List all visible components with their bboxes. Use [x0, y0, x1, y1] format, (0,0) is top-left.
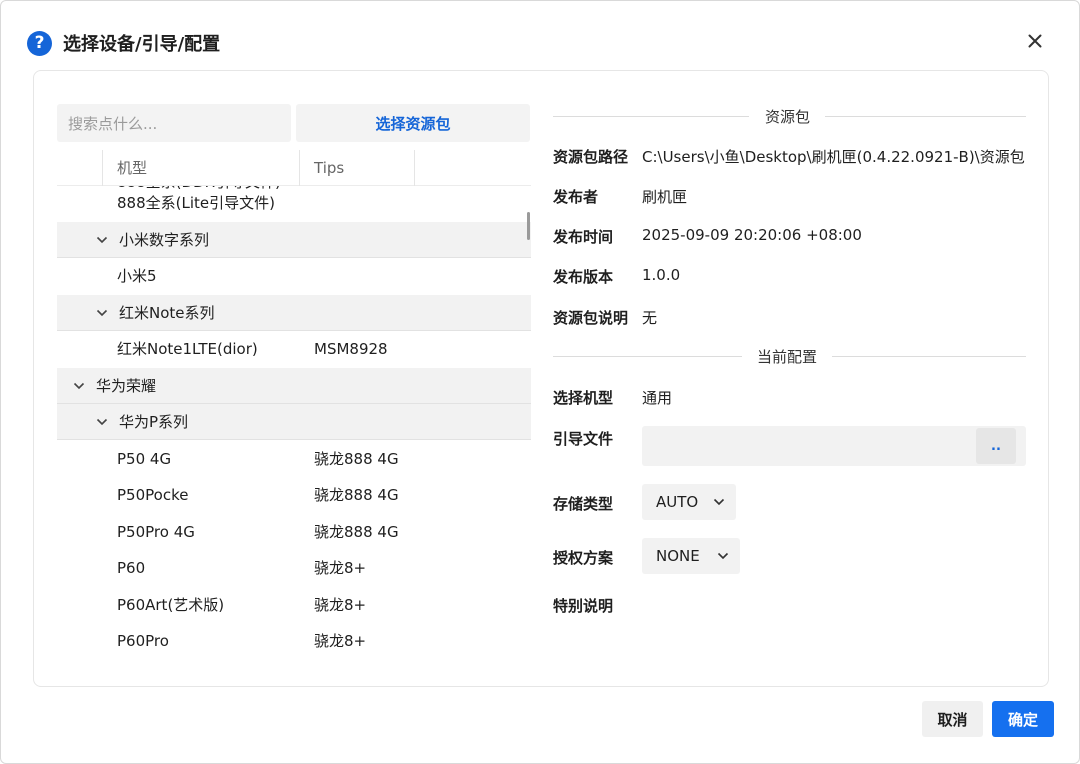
package-section-label: 资源包 — [765, 108, 811, 126]
tree-group-label: 华为P系列 — [119, 413, 189, 431]
chevron-down-icon[interactable] — [96, 234, 108, 246]
browse-button[interactable]: .. — [976, 428, 1016, 464]
tree-row-tips: 骁龙8+ — [314, 596, 367, 614]
auth-scheme-select[interactable]: NONE — [642, 538, 740, 574]
package-desc-label: 资源包说明 — [553, 309, 629, 327]
tree-row[interactable]: 小米5 — [57, 258, 531, 294]
publish-time-label: 发布时间 — [553, 228, 614, 246]
help-icon: ? — [27, 30, 52, 56]
tree-row-name: P50Pro 4G — [117, 523, 195, 541]
column-header-model[interactable]: 机型 — [117, 150, 147, 186]
tree-row[interactable]: P60Art(艺术版) 骁龙8+ — [57, 587, 531, 623]
model-label: 选择机型 — [553, 389, 614, 407]
path-value: C:\Users\小鱼\Desktop\刷机匣(0.4.22.0921-B)\资… — [642, 148, 1025, 166]
tree-row[interactable]: P50Pro 4G 骁龙888 4G — [57, 514, 531, 550]
tree-row-tips: MSM8928 — [314, 340, 388, 358]
tree-row-tips: 骁龙8+ — [314, 632, 367, 650]
close-button[interactable] — [1023, 29, 1047, 53]
tree-group-row[interactable]: 红米Note系列 — [57, 295, 531, 331]
tree-row-name: 小米5 — [117, 267, 157, 285]
config-section-title: 当前配置 — [553, 346, 1026, 366]
tree-row-tips: 骁龙8+ — [314, 559, 367, 577]
tree-header: 机型 Tips — [57, 150, 531, 186]
tree-row-name: P60Pro — [117, 632, 169, 650]
dialog: ? 选择设备/引导/配置 搜索点什么... 选择资源包 888全系(DDR引导文… — [0, 0, 1080, 764]
content-panel: 搜索点什么... 选择资源包 888全系(DDR引导文件) 888全系(Lite… — [33, 70, 1049, 687]
tree-row-tips: 骁龙888 4G — [314, 523, 399, 541]
storage-type-label: 存储类型 — [553, 495, 614, 513]
tree-group-row[interactable]: 华为P系列 — [57, 404, 531, 440]
chevron-down-icon[interactable] — [73, 380, 85, 392]
auth-scheme-label: 授权方案 — [553, 549, 614, 567]
tree-row[interactable]: 红米Note1LTE(dior) MSM8928 — [57, 331, 531, 367]
config-section-label: 当前配置 — [757, 348, 818, 366]
storage-type-value: AUTO — [656, 493, 699, 511]
tree-group-label: 华为荣耀 — [96, 377, 157, 395]
tree-group-row[interactable]: 华为荣耀 — [57, 368, 531, 404]
tree-group-label: 小米数字系列 — [119, 231, 210, 249]
package-section-title: 资源包 — [553, 106, 1026, 126]
search-input[interactable]: 搜索点什么... — [57, 104, 291, 142]
publisher-label: 发布者 — [553, 188, 599, 206]
chevron-down-icon[interactable] — [96, 416, 108, 428]
auth-scheme-value: NONE — [656, 547, 700, 565]
tree-row-name: 888全系(Lite引导文件) — [117, 194, 275, 212]
storage-type-select[interactable]: AUTO — [642, 484, 736, 520]
chevron-down-icon — [713, 498, 725, 506]
boot-file-label: 引导文件 — [553, 430, 614, 448]
boot-file-field[interactable]: .. — [642, 426, 1026, 466]
path-label: 资源包路径 — [553, 148, 629, 166]
tree-scrollbar[interactable] — [527, 212, 530, 240]
column-divider[interactable] — [299, 150, 300, 186]
tree-row-tips: 骁龙888 4G — [314, 486, 399, 504]
tree-row[interactable]: P60 骁龙8+ — [57, 550, 531, 586]
tree-row[interactable]: P50 4G 骁龙888 4G — [57, 441, 531, 477]
device-tree[interactable]: 888全系(DDR引导文件) 888全系(Lite引导文件)小米数字系列小米5红… — [57, 150, 531, 662]
tree-row-name: P50Pocke — [117, 486, 189, 504]
tree-row-name: P60 — [117, 559, 146, 577]
close-icon — [1028, 34, 1042, 48]
tree-row-name: 红米Note1LTE(dior) — [117, 340, 258, 358]
chevron-down-icon — [717, 552, 729, 560]
publisher-value: 刷机匣 — [642, 188, 688, 206]
ok-button[interactable]: 确定 — [992, 701, 1054, 737]
column-divider — [102, 150, 103, 186]
tree-row-tips: 骁龙888 4G — [314, 450, 399, 468]
package-desc-value: 无 — [642, 309, 658, 327]
select-package-button[interactable]: 选择资源包 — [296, 104, 530, 142]
tree-row[interactable]: P60Pro 骁龙8+ — [57, 623, 531, 659]
tree-group-label: 红米Note系列 — [119, 304, 215, 322]
model-value: 通用 — [642, 389, 673, 407]
cancel-button[interactable]: 取消 — [922, 701, 983, 737]
chevron-down-icon[interactable] — [96, 307, 108, 319]
version-label: 发布版本 — [553, 268, 614, 286]
tree-row[interactable]: 888全系(Lite引导文件) — [57, 185, 531, 221]
title-bar: ? 选择设备/引导/配置 — [27, 29, 220, 57]
tree-row-name: P60Art(艺术版) — [117, 596, 225, 614]
dialog-title: 选择设备/引导/配置 — [63, 34, 221, 55]
special-note-label: 特别说明 — [553, 597, 614, 615]
tree-group-row[interactable]: 小米数字系列 — [57, 222, 531, 258]
column-header-tips[interactable]: Tips — [314, 150, 344, 186]
tree-row-name: P50 4G — [117, 450, 172, 468]
version-value: 1.0.0 — [642, 266, 681, 284]
publish-time-value: 2025-09-09 20:20:06 +08:00 — [642, 226, 862, 244]
column-divider[interactable] — [414, 150, 415, 186]
tree-row[interactable]: P50Pocke 骁龙888 4G — [57, 477, 531, 513]
